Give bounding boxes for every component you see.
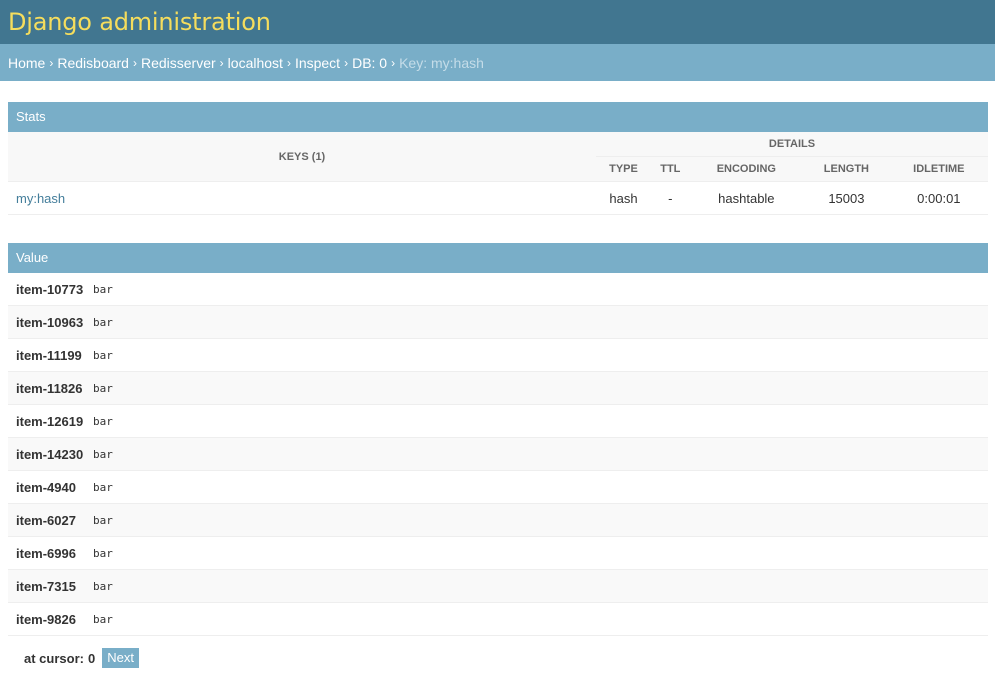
field-name: item-4940 <box>8 470 93 504</box>
value-module: Value item-10773 bar item-10963 bar item-1… <box>8 243 988 636</box>
field-name: item-14230 <box>8 437 93 471</box>
breadcrumb-separator: › <box>219 55 224 70</box>
ttl-cell: - <box>651 181 690 215</box>
field-value: bar <box>93 569 988 603</box>
table-row: item-9826 bar <box>8 602 988 636</box>
field-value: bar <box>93 503 988 537</box>
table-row: item-11826 bar <box>8 371 988 405</box>
table-row: item-14230 bar <box>8 437 988 471</box>
length-header: LENGTH <box>803 156 890 182</box>
table-row: item-10963 bar <box>8 305 988 339</box>
type-cell: hash <box>596 181 651 215</box>
breadcrumb-db[interactable]: DB: 0 <box>352 55 387 71</box>
breadcrumb-separator: › <box>49 55 54 70</box>
table-row: item-7315 bar <box>8 569 988 603</box>
field-value: bar <box>93 470 988 504</box>
breadcrumb-separator: › <box>344 55 349 70</box>
field-name: item-12619 <box>8 404 93 438</box>
breadcrumb-separator: › <box>132 55 137 70</box>
field-name: item-6996 <box>8 536 93 570</box>
table-row: item-4940 bar <box>8 470 988 504</box>
table-row: item-6027 bar <box>8 503 988 537</box>
field-name: item-7315 <box>8 569 93 603</box>
table-row: item-12619 bar <box>8 404 988 438</box>
encoding-header: ENCODING <box>689 156 804 182</box>
keys-header: KEYS (1) <box>8 132 596 182</box>
idletime-header: IDLETIME <box>889 156 988 182</box>
table-row: item-6996 bar <box>8 536 988 570</box>
stats-table: KEYS (1) DETAILS TYPE TTL ENCODING LENGT… <box>8 132 988 215</box>
pagination: at cursor: 0 Next <box>8 636 988 680</box>
cursor-label: at cursor: <box>24 650 84 666</box>
breadcrumb-redisboard[interactable]: Redisboard <box>57 55 129 71</box>
main-content: Stats KEYS (1) DETAILS TYPE TTL ENCODING… <box>0 81 995 680</box>
value-table: item-10773 bar item-10963 bar item-11199 ba… <box>8 273 988 636</box>
field-name: item-11199 <box>8 338 93 372</box>
field-name: item-10773 <box>8 273 93 306</box>
site-name[interactable]: Django administration <box>8 8 271 36</box>
value-caption: Value <box>8 243 988 273</box>
breadcrumb-separator: › <box>286 55 291 70</box>
table-row: item-11199 bar <box>8 338 988 372</box>
field-name: item-10963 <box>8 305 93 339</box>
key-link[interactable]: my:hash <box>16 191 65 206</box>
field-value: bar <box>93 602 988 636</box>
field-value: bar <box>93 437 988 471</box>
cursor-value: 0 <box>87 650 96 666</box>
breadcrumb-redisserver[interactable]: Redisserver <box>141 55 216 71</box>
key-cell: my:hash <box>8 181 596 215</box>
breadcrumb-localhost[interactable]: localhost <box>228 55 283 71</box>
type-header: TYPE <box>596 156 651 182</box>
field-value: bar <box>93 338 988 372</box>
breadcrumb-home[interactable]: Home <box>8 55 45 71</box>
breadcrumb: Home › Redisboard › Redisserver › localh… <box>0 44 995 81</box>
field-name: item-11826 <box>8 371 93 405</box>
field-name: item-6027 <box>8 503 93 537</box>
breadcrumb-separator: › <box>391 55 396 70</box>
breadcrumb-inspect[interactable]: Inspect <box>295 55 340 71</box>
field-value: bar <box>93 404 988 438</box>
site-header: Django administration <box>0 0 995 44</box>
stats-caption: Stats <box>8 102 988 132</box>
breadcrumb-current: Key: my:hash <box>399 54 484 71</box>
stats-module: Stats KEYS (1) DETAILS TYPE TTL ENCODING… <box>8 102 988 215</box>
field-name: item-9826 <box>8 602 93 636</box>
field-value: bar <box>93 536 988 570</box>
table-row: my:hash hash - hashtable 15003 0:00:01 <box>8 181 988 215</box>
idletime-cell: 0:00:01 <box>889 181 988 215</box>
field-value: bar <box>93 305 988 339</box>
ttl-header: TTL <box>651 156 690 182</box>
details-header: DETAILS <box>596 132 988 157</box>
field-value: bar <box>93 371 988 405</box>
table-row: item-10773 bar <box>8 273 988 306</box>
next-button[interactable]: Next <box>102 648 139 668</box>
encoding-cell: hashtable <box>689 181 804 215</box>
field-value: bar <box>93 273 988 306</box>
length-cell: 15003 <box>803 181 890 215</box>
